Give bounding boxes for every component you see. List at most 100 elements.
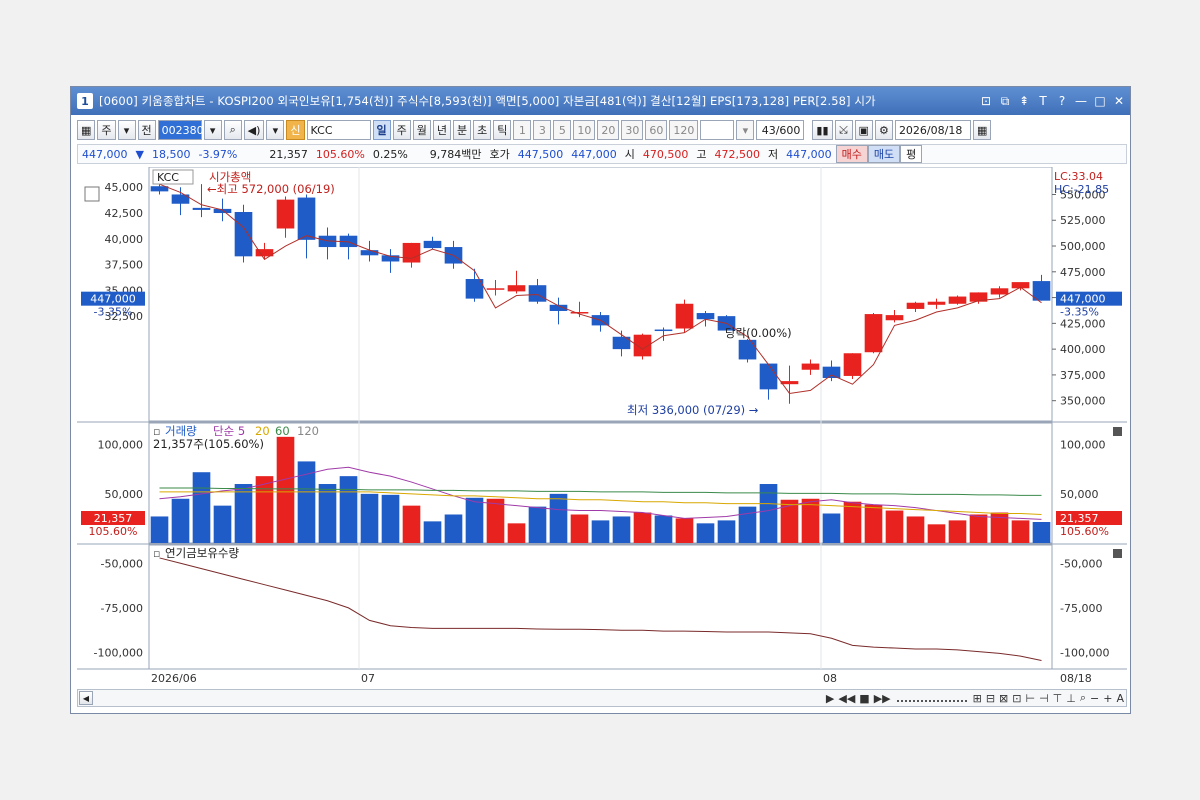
zoom-in-icon[interactable]: + xyxy=(1101,692,1114,705)
layout-2-icon[interactable]: ⊟ xyxy=(984,692,997,705)
tile-icon[interactable]: ⧉ xyxy=(998,94,1012,109)
pin-icon[interactable]: ⇞ xyxy=(1017,94,1031,108)
grid-icon[interactable]: ▦ xyxy=(77,120,96,140)
interval-60[interactable]: 60 xyxy=(645,120,668,140)
tool-4-icon[interactable]: ⊥ xyxy=(1064,692,1078,705)
average-button[interactable]: 평 xyxy=(900,145,923,163)
left-price-tick: 40,000 xyxy=(105,233,144,246)
volume-bar xyxy=(486,498,505,543)
chart-canvas[interactable]: 45,00042,50040,00037,50035,00032,500550,… xyxy=(77,167,1127,687)
interval-3[interactable]: 3 xyxy=(533,120,552,140)
interval-input[interactable] xyxy=(700,120,735,140)
volume-bar xyxy=(171,498,190,543)
play-icon[interactable]: ▶ xyxy=(824,692,836,705)
prev-button[interactable]: 전 xyxy=(137,120,156,140)
sell-button[interactable]: 매도 xyxy=(867,145,901,163)
speaker-icon[interactable]: ◀) xyxy=(243,120,265,140)
stop-icon[interactable]: ■ xyxy=(857,692,871,705)
high-annotation: ←최고 572,000 (06/19) xyxy=(207,182,335,196)
save-icon[interactable]: ▣ xyxy=(854,120,873,140)
screen-icon[interactable]: ⊡ xyxy=(979,94,993,108)
interval-30[interactable]: 30 xyxy=(621,120,644,140)
volume-bar xyxy=(885,510,904,543)
left-fund-tick: -50,000 xyxy=(101,557,143,570)
date-input[interactable]: 2026/08/18 xyxy=(894,120,971,140)
chart-area[interactable]: 45,000 42,500 40,000 37,500 35,000 32,500 550,… xyxy=(77,167,1127,687)
maximize-icon[interactable]: □ xyxy=(1093,94,1107,108)
fast-forward-icon[interactable]: ▶▶ xyxy=(872,692,893,705)
calendar-icon[interactable]: ▦ xyxy=(972,120,992,140)
tool-1-icon[interactable]: ⊢ xyxy=(1023,692,1037,705)
close-icon[interactable]: ✕ xyxy=(1112,94,1126,108)
interval-1[interactable]: 1 xyxy=(513,120,532,140)
interval-5[interactable]: 5 xyxy=(553,120,572,140)
rewind-icon[interactable]: ◀◀ xyxy=(836,692,857,705)
stock-name-input[interactable]: KCC xyxy=(306,120,371,140)
layout-4-icon[interactable]: ⊡ xyxy=(1010,692,1023,705)
volume-bar xyxy=(360,493,379,543)
code-input[interactable]: 002380 xyxy=(157,120,204,140)
zoom-slider-icon[interactable] xyxy=(896,694,967,702)
volume-bar xyxy=(633,512,652,543)
x-label-start: 2026/06 xyxy=(151,672,197,685)
new-badge[interactable]: 신 xyxy=(286,120,305,140)
candle-body xyxy=(906,302,925,309)
pane-grid-icon xyxy=(84,186,100,202)
right-fund-tick: -75,000 xyxy=(1060,602,1102,615)
candle-icon[interactable]: ▮▮ xyxy=(812,120,833,140)
interval-20[interactable]: 20 xyxy=(597,120,620,140)
candle-body xyxy=(822,366,841,379)
bid-price: 447,500 xyxy=(517,147,564,161)
search-icon[interactable]: ⌕ xyxy=(223,120,242,140)
help-icon[interactable]: ? xyxy=(1055,94,1069,108)
window-number: 1 xyxy=(77,93,93,109)
candle-body xyxy=(528,285,547,302)
right-fund-tick: -50,000 xyxy=(1060,557,1102,570)
volume-bar xyxy=(297,461,316,543)
period-minute[interactable]: 분 xyxy=(453,120,472,140)
interval-10[interactable]: 10 xyxy=(573,120,596,140)
candle-body xyxy=(696,313,715,320)
interval-120[interactable]: 120 xyxy=(669,120,699,140)
title-bar[interactable]: 1 [0600] 키움종합차트 - KOSPI200 외국인보유[1,754(천… xyxy=(71,87,1130,115)
tool-3-icon[interactable]: ⊤ xyxy=(1051,692,1065,705)
compare-icon[interactable]: ⤩ xyxy=(834,120,853,140)
code-dropdown-icon[interactable]: ▾ xyxy=(203,120,222,140)
right-price-tick: 475,000 xyxy=(1060,266,1106,279)
market-dropdown-icon[interactable]: ▾ xyxy=(117,120,136,140)
layout-1-icon[interactable]: ⊞ xyxy=(971,692,984,705)
candle-body xyxy=(402,242,421,263)
volume-title: 거래량 xyxy=(165,424,197,438)
layout-3-icon[interactable]: ⊠ xyxy=(997,692,1010,705)
market-select[interactable]: 주 xyxy=(97,120,116,140)
period-month[interactable]: 월 xyxy=(412,120,431,140)
settings-icon[interactable]: ⚙ xyxy=(874,120,893,140)
volume-current-label: 21,357주(105.60%) xyxy=(153,437,264,451)
left-pct-tag: -3.35% xyxy=(94,306,133,319)
volume-ma60-label: 60 xyxy=(275,424,290,438)
candle-body xyxy=(276,199,295,229)
interval-dropdown-icon[interactable]: ▾ xyxy=(736,120,755,140)
period-week[interactable]: 주 xyxy=(392,120,411,140)
count-input[interactable]: 43/600 xyxy=(756,120,805,140)
right-price-tick: 425,000 xyxy=(1060,317,1106,330)
buy-button[interactable]: 매수 xyxy=(835,145,868,163)
period-second[interactable]: 초 xyxy=(473,120,492,140)
period-year[interactable]: 년 xyxy=(432,120,452,140)
speaker-dropdown-icon[interactable]: ▾ xyxy=(266,120,285,140)
right-price-tick: 350,000 xyxy=(1060,395,1106,408)
tool-2-icon[interactable]: ⊣ xyxy=(1037,692,1051,705)
candle-body xyxy=(234,211,253,257)
period-tick[interactable]: 틱 xyxy=(493,120,512,140)
scroll-left-icon[interactable]: ◀ xyxy=(79,691,93,705)
zoom-out-icon[interactable]: − xyxy=(1088,692,1101,705)
font-icon[interactable]: T xyxy=(1036,94,1050,108)
chart-scrollbar[interactable]: ◀ ▶ ◀◀ ■ ▶▶ ⊞ ⊟ ⊠ ⊡ ⊢ ⊣ ⊤ ⊥ ⌕ − + A xyxy=(77,689,1127,707)
right-volume-tick: 50,000 xyxy=(1060,488,1099,501)
magnifier-icon[interactable]: ⌕ xyxy=(1078,691,1088,705)
period-day[interactable]: 일 xyxy=(372,120,391,140)
minimize-icon[interactable]: — xyxy=(1074,94,1088,108)
volume-bar xyxy=(948,520,967,543)
volume-bar xyxy=(528,506,547,543)
font-size-icon[interactable]: A xyxy=(1114,692,1126,705)
